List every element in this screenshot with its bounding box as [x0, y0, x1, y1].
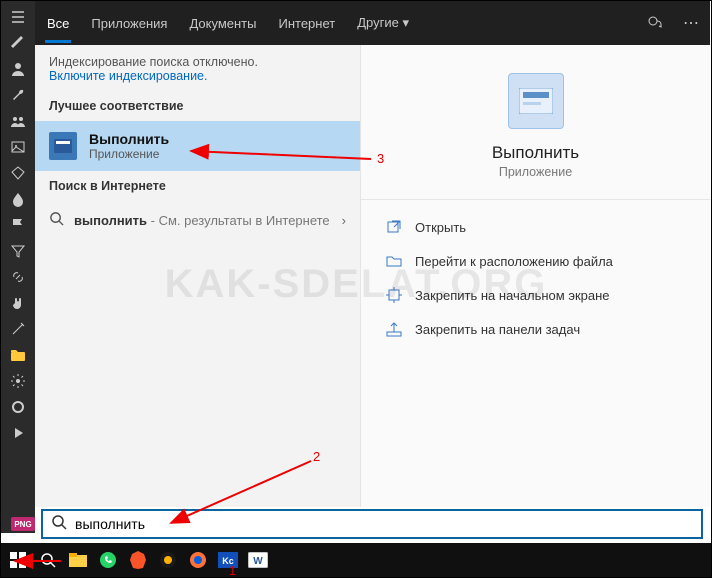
filter-icon[interactable] [10, 243, 26, 259]
flag-icon[interactable] [10, 217, 26, 233]
taskbar-word-icon[interactable]: W [247, 549, 269, 571]
preview-column: Выполнить Приложение Открыть Перейти к р… [361, 45, 710, 507]
indexing-notice: Индексирование поиска отключено. Включит… [35, 45, 360, 91]
search-icon [49, 211, 64, 229]
tab-internet[interactable]: Интернет [276, 16, 337, 31]
search-box[interactable] [41, 509, 703, 539]
link-icon[interactable] [10, 269, 26, 285]
taskbar-explorer-icon[interactable] [67, 549, 89, 571]
best-match-subtitle: Приложение [89, 147, 169, 161]
taskbar-firefox-icon[interactable] [187, 549, 209, 571]
tab-other[interactable]: Другие ▾ [355, 15, 411, 31]
circle-icon[interactable] [10, 399, 26, 415]
section-best-match: Лучшее соответствие [35, 91, 360, 121]
png-badge: PNG [11, 517, 35, 531]
pin-taskbar-icon [385, 320, 403, 338]
taskbar-search-icon[interactable] [37, 549, 59, 571]
preview-app-icon [508, 73, 564, 129]
editor-activity-bar [1, 1, 35, 533]
tab-all[interactable]: Все [45, 16, 71, 31]
brush-icon[interactable] [10, 35, 26, 51]
taskbar-app-icon[interactable] [157, 549, 179, 571]
more-icon[interactable]: ⋯ [682, 14, 700, 32]
search-input[interactable] [75, 516, 693, 532]
tab-apps[interactable]: Приложения [89, 16, 169, 31]
menu-icon[interactable] [10, 9, 26, 25]
search-tabs: Все Приложения Документы Интернет Другие… [35, 1, 710, 45]
svg-text:W: W [253, 556, 263, 567]
image-icon[interactable] [10, 139, 26, 155]
action-location-label: Перейти к расположению файла [415, 254, 613, 269]
notice-text: Индексирование поиска отключено. [49, 55, 346, 69]
pin-start-icon [385, 286, 403, 304]
gear-icon[interactable] [10, 373, 26, 389]
action-pinstart-label: Закрепить на начальном экране [415, 288, 610, 303]
hand-icon[interactable] [10, 295, 26, 311]
play-icon[interactable] [10, 425, 26, 441]
enable-indexing-link[interactable]: Включите индексирование. [49, 69, 207, 83]
feedback-icon[interactable] [646, 14, 664, 32]
preview-actions: Открыть Перейти к расположению файла Зак… [361, 199, 710, 356]
chevron-right-icon: › [342, 213, 346, 228]
open-icon [385, 218, 403, 236]
folder-icon[interactable] [10, 347, 26, 363]
action-pin-taskbar[interactable]: Закрепить на панели задач [361, 312, 710, 346]
action-file-location[interactable]: Перейти к расположению файла [361, 244, 710, 278]
best-match-title: Выполнить [89, 131, 169, 147]
taskbar: Kc W [1, 543, 711, 577]
run-app-icon [49, 132, 77, 160]
wand-icon[interactable] [10, 321, 26, 337]
preview-title: Выполнить [492, 143, 579, 163]
people-icon[interactable] [10, 113, 26, 129]
search-icon [51, 514, 67, 535]
annotation-2: 2 [313, 449, 320, 464]
wrench-icon[interactable] [10, 87, 26, 103]
results-column: Индексирование поиска отключено. Включит… [35, 45, 361, 507]
web-query: выполнить [74, 213, 147, 228]
folder-open-icon [385, 252, 403, 270]
web-search-item[interactable]: выполнить - См. результаты в Интернете › [35, 201, 360, 239]
search-panel: Все Приложения Документы Интернет Другие… [35, 1, 710, 507]
action-pin-start[interactable]: Закрепить на начальном экране [361, 278, 710, 312]
diamond-icon[interactable] [10, 165, 26, 181]
action-open[interactable]: Открыть [361, 210, 710, 244]
action-open-label: Открыть [415, 220, 466, 235]
web-suffix: - См. результаты в Интернете [147, 213, 330, 228]
preview-subtitle: Приложение [499, 165, 572, 179]
best-match-item[interactable]: Выполнить Приложение [35, 121, 360, 171]
section-web-search: Поиск в Интернете [35, 171, 360, 201]
annotation-3: 3 [377, 151, 384, 166]
droplet-icon[interactable] [10, 191, 26, 207]
action-pintaskbar-label: Закрепить на панели задач [415, 322, 580, 337]
annotation-1: 1 [229, 563, 236, 578]
start-button[interactable] [7, 549, 29, 571]
taskbar-whatsapp-icon[interactable] [97, 549, 119, 571]
tab-documents[interactable]: Документы [187, 16, 258, 31]
person-icon[interactable] [10, 61, 26, 77]
taskbar-brave-icon[interactable] [127, 549, 149, 571]
